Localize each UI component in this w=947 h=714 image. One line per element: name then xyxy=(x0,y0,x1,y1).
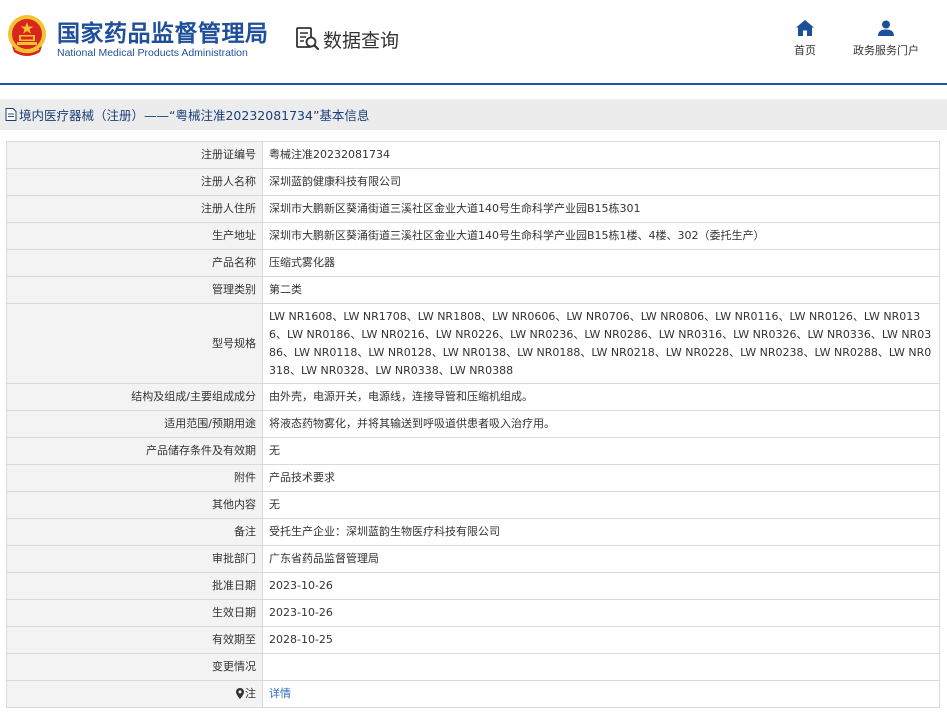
table-row: 注册人住所 深圳市大鹏新区葵涌街道三溪社区金业大道140号生命科学产业园B15栋3… xyxy=(6,195,940,223)
row-value: 受托生产企业：深圳蓝韵生物医疗科技有限公司 xyxy=(262,518,940,546)
table-row: 有效期至 2028-10-25 xyxy=(6,626,940,654)
row-label: 适用范围/预期用途 xyxy=(6,410,263,438)
nav-home[interactable]: 首页 xyxy=(789,20,821,58)
data-query-link[interactable]: 数据查询 xyxy=(295,25,399,53)
row-value: LW NR1608、LW NR1708、LW NR1808、LW NR0606、… xyxy=(262,303,940,384)
row-value: 第二类 xyxy=(262,276,940,304)
site-header: 国家药品监督管理局 National Medical Products Admi… xyxy=(0,0,947,85)
document-icon xyxy=(5,108,17,121)
row-value: 广东省药品监督管理局 xyxy=(262,545,940,573)
row-value: 由外壳，电源开关，电源线，连接导管和压缩机组成。 xyxy=(262,383,940,411)
row-label: 结构及组成/主要组成成分 xyxy=(6,383,263,411)
home-icon xyxy=(796,20,814,36)
row-label: 注册人名称 xyxy=(6,168,263,196)
row-label: 管理类别 xyxy=(6,276,263,304)
org-name-cn: 国家药品监督管理局 xyxy=(57,21,269,47)
row-value: 产品技术要求 xyxy=(262,464,940,492)
row-label: 型号规格 xyxy=(6,303,263,384)
national-emblem-icon xyxy=(8,15,46,56)
row-value: 深圳市大鹏新区葵涌街道三溪社区金业大道140号生命科学产业园B15栋1楼、4楼、… xyxy=(262,222,940,250)
row-value: 无 xyxy=(262,437,940,465)
row-value: 粤械注准20232081734 xyxy=(262,141,940,169)
data-query-label: 数据查询 xyxy=(323,29,400,52)
row-value: 无 xyxy=(262,491,940,519)
nav-service-portal[interactable]: 政务服务门户 xyxy=(848,20,924,58)
table-row: 批准日期 2023-10-26 xyxy=(6,572,940,600)
row-label: 注册人住所 xyxy=(6,195,263,223)
user-icon xyxy=(878,20,894,36)
row-label: 有效期至 xyxy=(6,626,263,654)
row-label: 生效日期 xyxy=(6,599,263,627)
row-label: 生产地址 xyxy=(6,222,263,250)
row-value: 2028-10-25 xyxy=(262,626,940,654)
table-row: 生效日期 2023-10-26 xyxy=(6,599,940,627)
row-label: 产品名称 xyxy=(6,249,263,277)
table-row: 产品储存条件及有效期无 xyxy=(6,437,940,465)
org-name-en: National Medical Products Administration xyxy=(57,47,248,59)
table-row: 产品名称 压缩式雾化器 xyxy=(6,249,940,277)
nav-home-label: 首页 xyxy=(794,44,816,57)
table-row: 注册人名称 深圳蓝韵健康科技有限公司 xyxy=(6,168,940,196)
location-pin-icon xyxy=(236,688,244,699)
table-row: 生产地址 深圳市大鹏新区葵涌街道三溪社区金业大道140号生命科学产业园B15栋1楼… xyxy=(6,222,940,250)
row-value: 压缩式雾化器 xyxy=(262,249,940,277)
table-row-note: 注 详情 xyxy=(6,680,940,708)
row-value: 深圳蓝韵健康科技有限公司 xyxy=(262,168,940,196)
note-value-cell: 详情 xyxy=(262,680,940,708)
row-label: 产品储存条件及有效期 xyxy=(6,437,263,465)
row-label: 审批部门 xyxy=(6,545,263,573)
row-value: 2023-10-26 xyxy=(262,572,940,600)
row-label: 注册证编号 xyxy=(6,141,263,169)
note-label: 注 xyxy=(245,687,256,700)
device-info-table: 注册证编号 粤械注准20232081734 注册人名称 深圳蓝韵健康科技有限公司 注… xyxy=(6,141,940,708)
row-value: 将液态药物雾化，并将其输送到呼吸道供患者吸入治疗用。 xyxy=(262,410,940,438)
row-value xyxy=(262,653,940,681)
table-row: 附件 产品技术要求 xyxy=(6,464,940,492)
table-row: 型号规格 LW NR1608、LW NR1708、LW NR1808、LW NR0… xyxy=(6,303,940,384)
table-row: 变更情况 xyxy=(6,653,940,681)
table-row: 备注 受托生产企业：深圳蓝韵生物医疗科技有限公司 xyxy=(6,518,940,546)
table-row: 管理类别 第二类 xyxy=(6,276,940,304)
table-row: 审批部门 广东省药品监督管理局 xyxy=(6,545,940,573)
row-label: 批准日期 xyxy=(6,572,263,600)
document-search-icon xyxy=(296,27,320,51)
nav-service-portal-label: 政务服务门户 xyxy=(853,44,919,57)
row-label: 其他内容 xyxy=(6,491,263,519)
table-row: 其他内容无 xyxy=(6,491,940,519)
row-label: 备注 xyxy=(6,518,263,546)
note-label-cell: 注 xyxy=(6,680,263,708)
table-row: 注册证编号 粤械注准20232081734 xyxy=(6,141,940,169)
page-title-bar: 境内医疗器械（注册）——“粤械注准20232081734”基本信息 xyxy=(0,99,947,130)
page-title: 境内医疗器械（注册）——“粤械注准20232081734”基本信息 xyxy=(19,108,370,123)
row-value: 深圳市大鹏新区葵涌街道三溪社区金业大道140号生命科学产业园B15栋301 xyxy=(262,195,940,223)
row-label: 附件 xyxy=(6,464,263,492)
table-row: 适用范围/预期用途 将液态药物雾化，并将其输送到呼吸道供患者吸入治疗用。 xyxy=(6,410,940,438)
table-row: 结构及组成/主要组成成分 由外壳，电源开关，电源线，连接导管和压缩机组成。 xyxy=(6,383,940,411)
row-value: 2023-10-26 xyxy=(262,599,940,627)
row-label: 变更情况 xyxy=(6,653,263,681)
details-link[interactable]: 详情 xyxy=(269,687,291,700)
